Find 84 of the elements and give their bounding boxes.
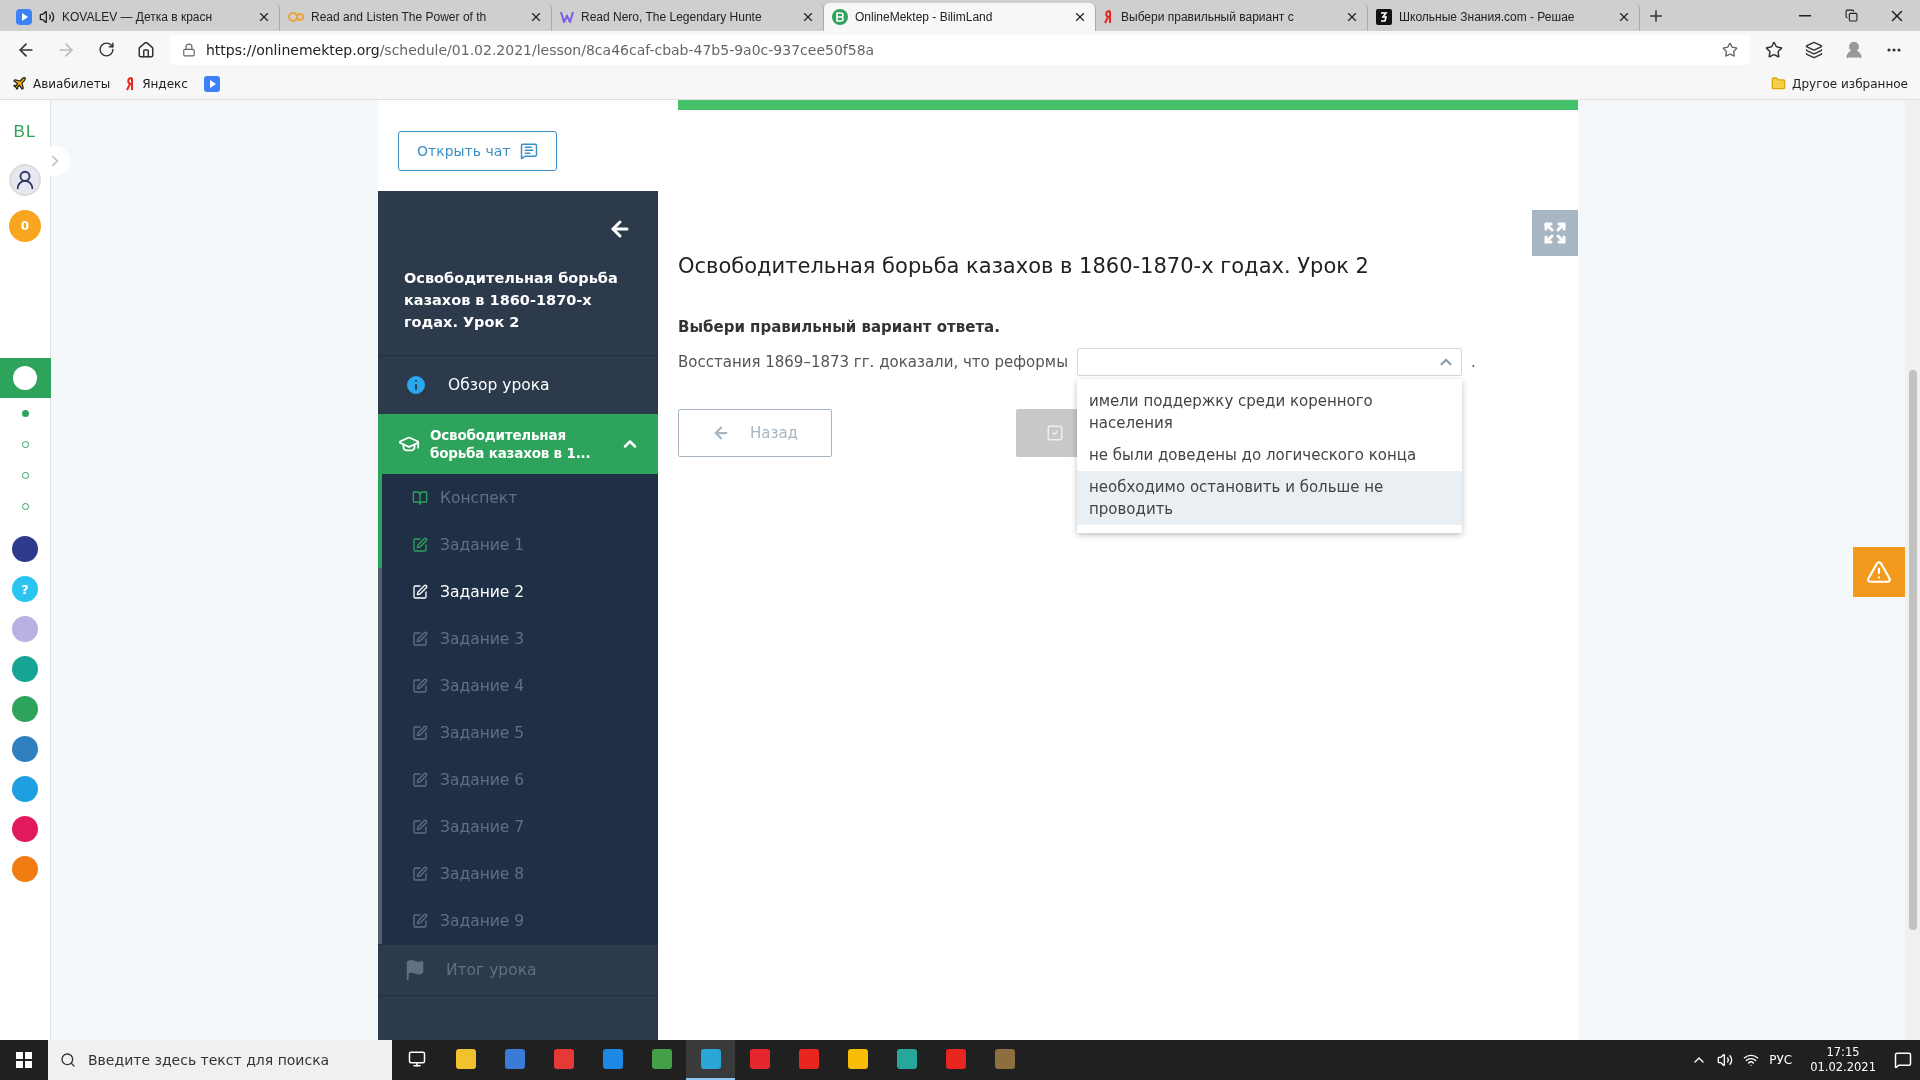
taskbar-search-field[interactable]: Введите здесь текст для поиска [48,1040,392,1080]
notifications-icon[interactable] [1894,1051,1912,1069]
info-icon [404,373,428,397]
lesson-overview-item[interactable]: Обзор урока [378,356,658,414]
star-plus-icon[interactable] [1722,41,1738,58]
tab-title: OnlineMektep - BilimLand [855,10,994,24]
open-chat-button[interactable]: Открыть чат [398,131,558,171]
edit-icon [412,677,428,694]
address-bar[interactable]: https://onlinemektep.org/schedule/01.02.2021/lesson/8ca46caf-cbab-47b5-9a0c-937cee50f58a [170,34,1750,65]
other-favorites-link[interactable]: Другое избранное [1771,76,1908,91]
edit-icon [412,630,428,647]
close-icon[interactable] [1345,10,1359,24]
question-text: Восстания 1869–1873 гг. доказали, что реформы [678,353,1068,371]
edit-icon [412,536,428,553]
speaker-icon[interactable] [39,9,55,25]
bookmark-link[interactable]: Яндекс [126,76,188,91]
points-badge: 0 [9,210,41,242]
close-icon[interactable] [529,10,543,24]
plus-icon [1647,7,1665,25]
tab-title: Выбери правильный вариант с [1121,10,1295,24]
tab-title: Read and Listen The Power of th [311,10,488,24]
bookmark-link[interactable]: Авиабилеты [12,76,111,91]
app-icon[interactable] [12,536,38,562]
reload-icon [97,41,115,58]
lock-icon [182,42,196,57]
edit-icon [412,912,428,929]
play-icon [16,9,32,25]
volume-icon[interactable] [1717,1052,1734,1068]
browser-tab[interactable]: OnlineMektep - BilimLand [824,3,1096,31]
search-icon [60,1052,76,1068]
pager-dot[interactable] [21,410,29,417]
restore-icon [1844,9,1858,22]
site-icon [1376,9,1392,25]
minimize-icon [1799,14,1811,17]
network-icon[interactable] [1743,1052,1760,1068]
tab-title: Школьные Знания.com - Решае [1399,10,1576,24]
clock[interactable]: 17:15 01.02.2021 [1810,1045,1876,1075]
check-icon [1046,424,1064,442]
person-icon [1844,39,1864,60]
edit-icon [412,724,428,741]
app-icon[interactable] [12,816,38,842]
avatar[interactable] [9,164,41,196]
dropdown-option[interactable]: необходимо остановить и больше не проводить [1077,471,1462,525]
scrollbar[interactable] [1905,100,1920,1040]
chat-icon [520,142,539,160]
lesson-title: Освободительная борьба казахов в 1860-1870-х годах. Урок 2 [404,269,619,332]
plane-icon [12,76,27,91]
ya-letter-icon [1104,10,1114,24]
play-icon[interactable] [203,75,220,92]
close-icon[interactable] [257,10,271,24]
question-text-end: . [1471,353,1476,371]
taskbar-app[interactable] [686,1040,735,1080]
edit-icon [412,771,428,788]
close-icon[interactable] [1073,10,1087,24]
edit-icon [412,583,428,600]
close-icon[interactable] [1617,10,1631,24]
tab-title: KOVALEV — Детка в красн [62,10,214,24]
url-text: https://onlinemektep.org/schedule/01.02.2021/lesson/8ca46caf-cbab-47b5-9a0c-937cee50f58a [206,41,875,58]
language-indicator[interactable]: РУС [1769,1053,1793,1067]
collections-icon [1805,40,1823,59]
lesson-heading: Освободительная борьба казахов в 1860-1870-х годах. Урок 2 [678,254,1370,278]
folder-icon [1771,76,1787,91]
rings-icon [288,12,304,22]
w-letter-icon [560,11,574,23]
instruction-text: Выбери правильный вариант ответа. [678,318,1001,336]
windows-icon [16,1052,32,1068]
dropdown-option[interactable]: не были доведены до логического конца [1077,439,1462,471]
edit-icon [412,865,428,882]
dropdown-option[interactable]: имели поддержку среди коренного населения [1077,385,1462,439]
task-view-icon [407,1050,426,1068]
site-icon [832,9,848,25]
star-icon [1765,40,1783,59]
book-icon [412,489,428,506]
home-icon [137,40,155,59]
tab-title: Read Nero, The Legendary Hunte [581,10,763,24]
flag-icon [404,959,426,981]
close-icon[interactable] [801,10,815,24]
expand-icon [1543,221,1567,245]
online-mektep-app-button[interactable] [0,358,51,398]
edit-icon [412,818,428,835]
person-icon [14,169,36,191]
app-icon[interactable] [12,736,38,762]
warning-icon [1866,559,1892,585]
more-icon [1887,47,1901,52]
